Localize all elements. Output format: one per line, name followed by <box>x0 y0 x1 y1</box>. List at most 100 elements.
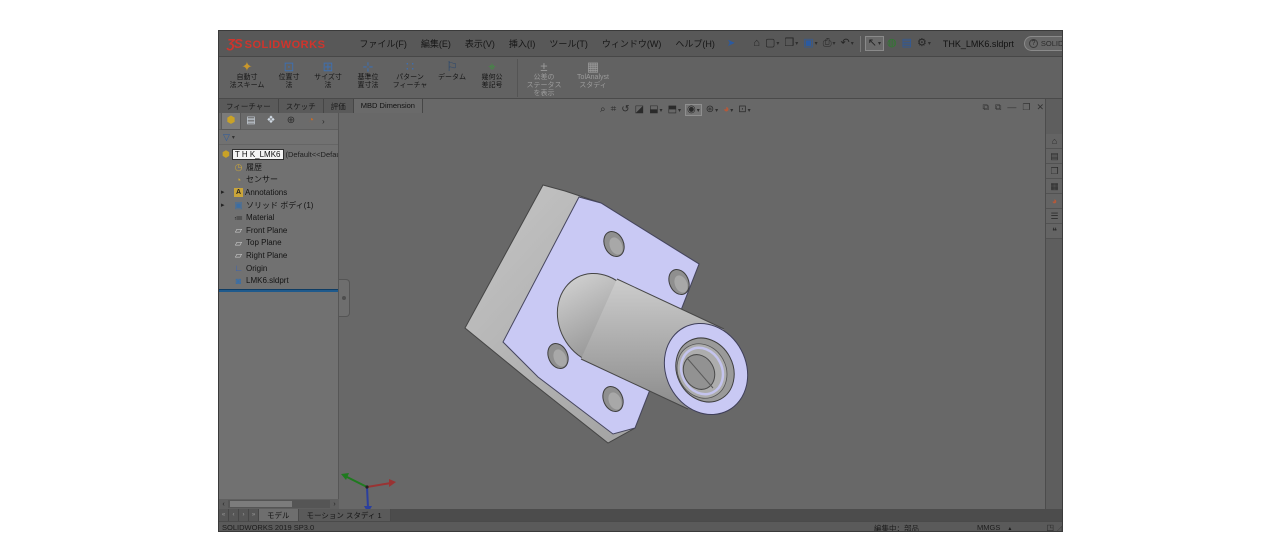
zoom-fit-button[interactable]: ⌕ <box>599 105 607 115</box>
document-close-button[interactable]: ✕ <box>1036 102 1044 113</box>
rollback-bar[interactable] <box>219 289 338 292</box>
view-palette-tab[interactable]: ▦ <box>1046 179 1063 194</box>
part-model-3d-view[interactable] <box>339 99 1047 509</box>
scrollbar-thumb[interactable] <box>230 501 292 507</box>
expand-arrow-icon[interactable]: ▸ <box>221 188 225 196</box>
solidworks-resources-tab[interactable]: ⌂ <box>1046 134 1063 149</box>
select-tool-button[interactable]: ↖▾ <box>865 36 884 51</box>
options-button[interactable]: ⚙▾ <box>915 37 933 50</box>
file-explorer-tab[interactable]: ❒ <box>1046 164 1063 179</box>
motion-study-tab[interactable]: モーション スタディ 1 <box>298 509 391 521</box>
window-next-icon[interactable]: ⧉ <box>995 102 1001 113</box>
tree-root-config-suffix: (Default<<Default>_ <box>286 150 338 159</box>
tab-scroll-first-button[interactable]: « <box>219 509 229 521</box>
menu-file[interactable]: ファイル(F) <box>353 35 413 52</box>
help-search-box[interactable]: ? SOLIDWORKS ヘルプ検索 ⌕ ▾ <box>1024 36 1063 51</box>
open-button[interactable]: ❒▾ <box>782 37 800 50</box>
scroll-left-arrow-icon[interactable]: ‹ <box>219 501 228 508</box>
datum-location-dimension-icon: ⊹ <box>363 60 374 74</box>
undo-button[interactable]: ↶▾ <box>839 37 856 50</box>
menu-window[interactable]: ウィンドウ(W) <box>596 35 668 52</box>
dynamic-annotation-views-button[interactable]: ⬓▾ <box>648 105 663 115</box>
model-tab[interactable]: モデル <box>259 509 298 521</box>
search-placeholder: SOLIDWORKS ヘルプ検索 <box>1041 38 1063 49</box>
design-library-tab[interactable]: ▤ <box>1046 149 1063 164</box>
tab-evaluate[interactable]: 評価 <box>324 99 354 113</box>
pattern-feature-button[interactable]: ∷ パターンフィーチャ <box>389 59 431 91</box>
tag-icon[interactable]: ◳ <box>1046 523 1054 532</box>
auto-dimension-scheme-button[interactable]: ✦ 自動寸法スキーム <box>225 59 269 91</box>
home-button[interactable]: ⌂ <box>751 37 762 50</box>
panel-splitter-handle[interactable] <box>339 279 350 317</box>
geometric-tolerance-button[interactable]: ⌖ 幾何公差記号 <box>473 59 511 91</box>
displaymanager-tab-icon[interactable]: ◔ <box>301 113 321 129</box>
datum-button[interactable]: ⚐ データム <box>433 59 471 83</box>
tree-item-material[interactable]: ≔ Material <box>219 211 338 224</box>
document-restore-button[interactable]: ❐ <box>1022 102 1030 113</box>
datum-location-dimension-button[interactable]: ⊹ 基準位置寸法 <box>349 59 387 91</box>
print-button[interactable]: ⎙▾ <box>821 37 838 50</box>
panel-horizontal-scrollbar[interactable]: ‹ › <box>219 499 339 509</box>
tab-features[interactable]: フィーチャー <box>219 99 279 113</box>
new-document-icon: ▢ <box>765 38 775 49</box>
tab-scroll-prev-button[interactable]: ‹ <box>229 509 239 521</box>
save-button[interactable]: ▣▾ <box>801 37 819 50</box>
location-dimension-button[interactable]: ⊡ 位置寸法 <box>271 59 307 91</box>
tree-item-sensors[interactable]: ◔ センサー <box>219 174 338 187</box>
tree-root[interactable]: ⬢ T H K_LMK6 (Default<<Default>_ <box>219 148 338 161</box>
scrollbar-track[interactable] <box>228 500 330 508</box>
tree-item-history[interactable]: ◷ 履歴 <box>219 161 338 174</box>
dimxpertmanager-tab-icon[interactable]: ⊕ <box>281 113 301 129</box>
tree-item-annotations[interactable]: ▸ A Annotations <box>219 186 338 199</box>
previous-view-icon: ↺ <box>621 105 629 115</box>
tree-item-solid-bodies[interactable]: ▸ ▣ ソリッド ボディ(1) <box>219 199 338 212</box>
new-document-button[interactable]: ▢▾ <box>763 37 781 50</box>
solidworks-forum-tab[interactable]: ❝ <box>1046 224 1063 239</box>
rebuild-button[interactable]: ◍ <box>885 37 899 50</box>
edit-appearance-button[interactable]: ◕▾ <box>722 105 734 115</box>
tab-sketch[interactable]: スケッチ <box>279 99 324 113</box>
tab-scroll-next-button[interactable]: › <box>239 509 249 521</box>
display-style-button[interactable]: ◉▾ <box>685 104 702 116</box>
units-dropdown[interactable]: MMGS▴ <box>977 523 1011 532</box>
menu-tools[interactable]: ツール(T) <box>543 35 594 52</box>
hide-show-items-button[interactable]: ⊛▾ <box>705 105 719 115</box>
location-dimension-icon: ⊡ <box>284 60 295 74</box>
window-previous-icon[interactable]: ⧉ <box>983 102 989 113</box>
view-orientation-button[interactable]: ⬒▾ <box>667 105 682 115</box>
section-view-button[interactable]: ◪ <box>634 105 645 115</box>
menu-insert[interactable]: 挿入(I) <box>503 35 542 52</box>
tree-item-base-part[interactable]: ◙ LMK6.sldprt <box>219 274 338 287</box>
tree-filter[interactable]: ▽ ▾ <box>219 130 338 145</box>
tree-item-origin[interactable]: ∟ Origin <box>219 262 338 275</box>
tree-item-top-plane[interactable]: ▱ Top Plane <box>219 237 338 250</box>
scroll-right-arrow-icon[interactable]: › <box>330 501 339 508</box>
propertymanager-tab-icon[interactable]: ▤ <box>241 113 261 129</box>
version-text: SOLIDWORKS 2019 SP3.0 <box>222 523 314 532</box>
main-area: フィーチャー スケッチ 評価 MBD Dimension ⬢ ▤ ❖ ⊕ ◔ ›… <box>219 99 1062 509</box>
menu-help[interactable]: ヘルプ(H) <box>669 35 721 52</box>
pin-menu-icon[interactable]: ➤ <box>727 38 735 49</box>
menu-view[interactable]: 表示(V) <box>459 35 501 52</box>
view-settings-button[interactable]: ⊡▾ <box>737 105 751 115</box>
tree-item-right-plane[interactable]: ▱ Right Plane <box>219 249 338 262</box>
expand-arrow-icon[interactable]: ▸ <box>221 201 225 209</box>
custom-properties-tab[interactable]: ☰ <box>1046 209 1063 224</box>
graphics-viewport[interactable]: ⌕ ⌗ ↺ ◪ ⬓▾ ⬒▾ ◉▾ ⊛▾ ◕▾ ⊡▾ <box>339 99 1047 509</box>
appearances-scenes-tab[interactable]: ◕ <box>1046 194 1063 209</box>
tolerance-status-button: ± 公差のステータスを表示 <box>522 59 566 99</box>
tree-item-front-plane[interactable]: ▱ Front Plane <box>219 224 338 237</box>
featuremanager-tab-icon[interactable]: ⬢ <box>221 113 241 130</box>
file-properties-button[interactable]: ▤ <box>900 37 914 50</box>
size-dimension-button[interactable]: ⊞ サイズ寸法 <box>309 59 347 91</box>
configurationmanager-tab-icon[interactable]: ❖ <box>261 113 281 129</box>
tab-scroll-last-button[interactable]: » <box>249 509 259 521</box>
document-minimize-button[interactable]: — <box>1007 102 1016 113</box>
panel-tabs-overflow-chevron[interactable]: › <box>322 117 325 126</box>
menu-edit[interactable]: 編集(E) <box>415 35 457 52</box>
previous-view-button[interactable]: ↺ <box>620 105 630 115</box>
tab-mbd-dimension[interactable]: MBD Dimension <box>354 99 423 113</box>
home-icon: ⌂ <box>1052 136 1057 146</box>
zoom-area-button[interactable]: ⌗ <box>610 105 618 115</box>
tree-root-name[interactable]: T H K_LMK6 <box>232 149 284 160</box>
